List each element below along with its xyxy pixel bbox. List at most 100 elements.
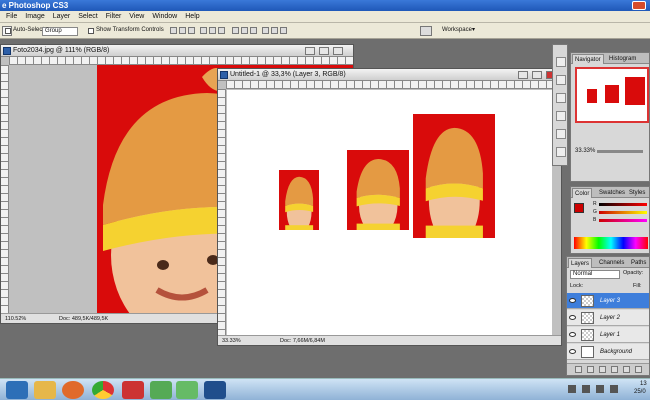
layer-row[interactable]: Background — [567, 344, 649, 360]
layer-3-photo[interactable] — [413, 114, 495, 238]
auto-select-checkbox[interactable] — [5, 28, 11, 34]
visibility-eye-icon[interactable] — [569, 298, 576, 303]
navigator-zoom-slider[interactable] — [597, 150, 643, 153]
channel-g-label: G — [593, 209, 597, 215]
start-button-icon[interactable] — [6, 381, 28, 399]
zoom-level[interactable]: 110.52% — [5, 314, 26, 323]
layer-row[interactable]: Layer 3 — [567, 293, 649, 309]
channel-b-slider[interactable] — [599, 219, 647, 222]
layer-row[interactable]: Layer 2 — [567, 310, 649, 326]
visibility-eye-icon[interactable] — [569, 315, 576, 320]
tab-navigator[interactable]: Navigator — [572, 54, 604, 64]
hand-tool-icon[interactable] — [556, 75, 566, 85]
camtasia-recorder-icon[interactable] — [122, 381, 144, 399]
close-button[interactable] — [333, 47, 343, 55]
network-icon[interactable] — [568, 385, 576, 393]
tab-color[interactable]: Color — [572, 188, 593, 198]
app-title-bar: e Photoshop CS3 — [0, 0, 650, 11]
menu-help[interactable]: Help — [181, 11, 203, 23]
document-title-bar[interactable]: Untitled-1 @ 33,3% (Layer 3, RGB/8) — [218, 69, 561, 81]
explorer-icon[interactable] — [34, 381, 56, 399]
document-info[interactable]: Doc: 7,66M/6,84M — [280, 336, 325, 345]
horizontal-ruler[interactable] — [226, 81, 561, 89]
tab-channels[interactable]: Channels — [597, 258, 626, 268]
menu-filter[interactable]: Filter — [102, 11, 126, 23]
delete-layer-icon[interactable] — [635, 366, 642, 373]
eraser-tool-icon[interactable] — [556, 147, 566, 157]
vertical-ruler[interactable] — [218, 89, 226, 337]
document-title-bar[interactable]: Foto2034.jpg @ 111% (RGB/8) — [1, 45, 353, 57]
tab-layers[interactable]: Layers — [568, 258, 593, 268]
visibility-eye-icon[interactable] — [569, 332, 576, 337]
photoshop-icon[interactable] — [204, 381, 226, 399]
volume-icon[interactable] — [582, 385, 590, 393]
channel-r-slider[interactable] — [599, 203, 647, 206]
menu-image[interactable]: Image — [21, 11, 48, 23]
type-tool-icon[interactable] — [556, 111, 566, 121]
distribute-vcenter-icon[interactable] — [241, 27, 248, 34]
distribute-hcenter-icon[interactable] — [271, 27, 278, 34]
firefox-icon[interactable] — [62, 381, 84, 399]
visibility-eye-icon[interactable] — [569, 349, 576, 354]
maximize-button[interactable] — [319, 47, 329, 55]
auto-select-dropdown[interactable]: Group — [42, 27, 78, 36]
new-layer-icon[interactable] — [623, 366, 630, 373]
clock-date[interactable]: 25/0 — [634, 389, 646, 395]
layer-1-photo[interactable] — [279, 170, 319, 230]
battery-icon[interactable] — [596, 385, 604, 393]
brush-tool-icon[interactable] — [556, 129, 566, 139]
channel-g-slider[interactable] — [599, 211, 647, 214]
document-info[interactable]: Doc: 489,5K/489,5K — [59, 314, 108, 323]
align-vcenter-icon[interactable] — [179, 27, 186, 34]
zoom-tool-icon[interactable] — [556, 93, 566, 103]
zoom-level[interactable]: 33.33% — [222, 336, 241, 345]
distribute-left-icon[interactable] — [262, 27, 269, 34]
align-top-icon[interactable] — [170, 27, 177, 34]
menu-select[interactable]: Select — [74, 11, 101, 23]
layer-mask-icon[interactable] — [599, 366, 606, 373]
link-layers-icon[interactable] — [575, 366, 582, 373]
layer-row[interactable]: Layer 1 — [567, 327, 649, 343]
navigator-zoom[interactable]: 33.33% — [575, 148, 595, 154]
foreground-color-swatch[interactable] — [574, 203, 584, 213]
align-bottom-icon[interactable] — [188, 27, 195, 34]
blend-mode-dropdown[interactable]: Normal — [570, 270, 620, 279]
menu-window[interactable]: Window — [148, 11, 181, 23]
tab-histogram[interactable]: Histogram — [607, 54, 638, 64]
child-portrait-large-image — [425, 127, 483, 238]
camtasia-studio-icon[interactable] — [150, 381, 172, 399]
distribute-bottom-icon[interactable] — [250, 27, 257, 34]
new-group-icon[interactable] — [611, 366, 618, 373]
tab-swatches[interactable]: Swatches — [597, 188, 627, 198]
distribute-right-icon[interactable] — [280, 27, 287, 34]
tab-paths[interactable]: Paths — [629, 258, 648, 268]
show-transform-checkbox[interactable] — [88, 28, 94, 34]
menu-layer[interactable]: Layer — [49, 11, 75, 23]
align-right-icon[interactable] — [218, 27, 225, 34]
document-window-untitled[interactable]: Untitled-1 @ 33,3% (Layer 3, RGB/8) 33.3… — [217, 68, 562, 346]
maximize-button[interactable] — [532, 71, 542, 79]
flag-icon[interactable] — [610, 385, 618, 393]
minimize-button[interactable] — [518, 71, 528, 79]
move-tool-icon[interactable] — [556, 57, 566, 67]
navigator-preview[interactable] — [575, 67, 649, 123]
menu-file[interactable]: File — [2, 11, 21, 23]
vertical-ruler[interactable] — [1, 65, 9, 315]
layer-style-icon[interactable] — [587, 366, 594, 373]
workspace-icon[interactable] — [420, 26, 432, 36]
horizontal-ruler[interactable] — [9, 57, 353, 65]
align-left-icon[interactable] — [200, 27, 207, 34]
workspace-menu[interactable]: Workspace — [442, 27, 472, 33]
minimize-button[interactable] — [305, 47, 315, 55]
white-canvas[interactable] — [227, 90, 552, 336]
close-button[interactable] — [632, 1, 646, 10]
chrome-icon[interactable] — [92, 381, 114, 399]
camtasia-app-icon[interactable] — [176, 381, 198, 399]
clock-time[interactable]: 13 — [640, 381, 647, 387]
layer-2-photo[interactable] — [347, 150, 409, 230]
tab-styles[interactable]: Styles — [627, 188, 647, 198]
align-hcenter-icon[interactable] — [209, 27, 216, 34]
menu-view[interactable]: View — [125, 11, 148, 23]
color-spectrum-bar[interactable] — [574, 237, 648, 249]
distribute-top-icon[interactable] — [232, 27, 239, 34]
